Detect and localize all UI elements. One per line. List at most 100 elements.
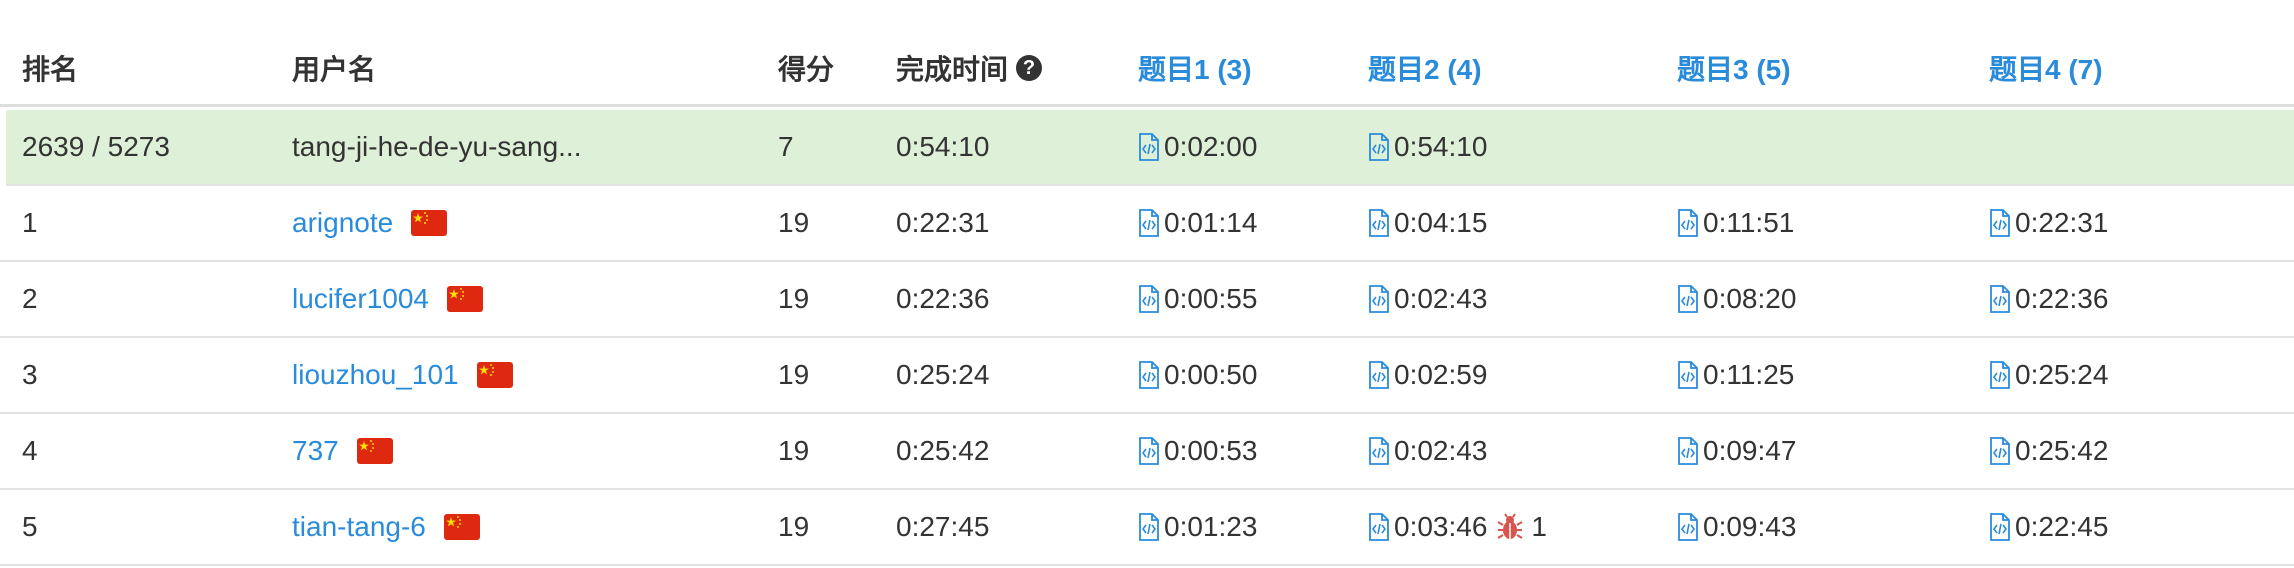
solution-link[interactable]: 0:25:42 xyxy=(1989,435,2108,467)
username-cell: tang-ji-he-de-yu-sang... xyxy=(292,131,582,162)
problem-4-cell: 0:22:36 xyxy=(1989,262,2108,336)
table-row: 4 737 19 0:25:42 0:00:53 0:02:43 0:09:47… xyxy=(0,414,2294,490)
header-problem-3[interactable]: 题目3 (5) xyxy=(1677,32,1791,104)
score-cell: 19 xyxy=(778,511,810,542)
solution-link[interactable]: 0:22:31 xyxy=(1989,207,2108,239)
solution-link[interactable]: 0:11:51 xyxy=(1677,207,1794,239)
problem-3-cell: 0:11:51 xyxy=(1677,186,1794,260)
problem-4-cell: 0:25:42 xyxy=(1989,414,2108,488)
solve-time: 0:54:10 xyxy=(1394,131,1488,162)
problem-1-cell: 0:01:23 xyxy=(1138,490,1257,564)
header-problem-4[interactable]: 题目4 (7) xyxy=(1989,32,2103,104)
solution-link[interactable]: 0:22:45 xyxy=(1989,511,2108,543)
solution-link[interactable]: 0:54:10 xyxy=(1368,131,1487,163)
code-file-icon xyxy=(1139,361,1159,389)
rank-cell: 3 xyxy=(22,359,38,390)
finish-time-cell: 0:22:36 xyxy=(896,283,990,314)
solution-link[interactable]: 0:08:20 xyxy=(1677,283,1796,315)
username-cell: liouzhou_101 xyxy=(292,338,513,412)
solve-time: 0:22:36 xyxy=(2015,283,2109,314)
code-file-icon xyxy=(1369,209,1389,237)
solution-link[interactable]: 0:02:43 xyxy=(1368,435,1487,467)
china-flag-icon xyxy=(476,362,513,388)
solve-time: 0:00:50 xyxy=(1164,359,1258,390)
table-row: 3 liouzhou_101 19 0:25:24 0:00:50 0:02:5… xyxy=(0,338,2294,414)
problem-1-cell: 0:01:14 xyxy=(1138,186,1257,260)
problem-1-cell: 0:00:55 xyxy=(1138,262,1257,336)
table-header: 排名 用户名 得分 完成时间 ? 题目1 (3) 题目2 (4) 题目3 (5)… xyxy=(0,0,2294,107)
code-file-icon xyxy=(1139,513,1159,541)
china-flag-icon xyxy=(356,438,393,464)
solution-link[interactable]: 0:00:55 xyxy=(1138,283,1257,315)
username-link[interactable]: liouzhou_101 xyxy=(292,359,459,391)
header-score: 得分 xyxy=(778,54,835,85)
score-cell: 19 xyxy=(778,207,810,238)
rank-cell: 2639 / 5273 xyxy=(22,131,170,162)
solution-link[interactable]: 0:00:53 xyxy=(1138,435,1257,467)
solution-link[interactable]: 0:22:36 xyxy=(1989,283,2108,315)
solution-link[interactable]: 0:01:14 xyxy=(1138,207,1257,239)
solve-time: 0:08:20 xyxy=(1703,283,1797,314)
problem-3-cell: 0:08:20 xyxy=(1677,262,1796,336)
header-problem-2[interactable]: 题目2 (4) xyxy=(1368,32,1482,104)
problem-4-cell: 0:25:24 xyxy=(1989,338,2108,412)
code-file-icon xyxy=(1139,133,1159,161)
score-cell: 19 xyxy=(778,435,810,466)
solution-link[interactable]: 0:09:47 xyxy=(1677,435,1796,467)
solution-link[interactable]: 0:25:24 xyxy=(1989,359,2108,391)
header-finish-time: 完成时间 ? xyxy=(896,32,1043,104)
solve-time: 0:22:45 xyxy=(2015,511,2109,542)
solution-link[interactable]: 0:11:25 xyxy=(1677,359,1794,391)
username-link[interactable]: arignote xyxy=(292,207,393,239)
code-file-icon xyxy=(1369,285,1389,313)
china-flag-icon xyxy=(443,514,480,540)
finish-time-cell: 0:25:42 xyxy=(896,435,990,466)
china-flag-icon xyxy=(446,286,483,312)
problem-2-cell: 0:02:43 xyxy=(1368,262,1487,336)
username-link[interactable]: 737 xyxy=(292,435,339,467)
solve-time: 0:03:46 xyxy=(1394,511,1488,542)
username-link[interactable]: tian-tang-6 xyxy=(292,511,426,543)
username-cell: arignote xyxy=(292,186,448,260)
solution-link[interactable]: 0:01:23 xyxy=(1138,511,1257,543)
solve-time: 0:04:15 xyxy=(1394,207,1488,238)
solve-time: 0:02:43 xyxy=(1394,283,1488,314)
username-cell: 737 xyxy=(292,414,393,488)
solution-link[interactable]: 0:02:59 xyxy=(1368,359,1487,391)
solution-link[interactable]: 0:02:00 xyxy=(1138,131,1257,163)
username-link[interactable]: lucifer1004 xyxy=(292,283,429,315)
solve-time: 0:01:14 xyxy=(1164,207,1258,238)
wrong-attempts-count: 1 xyxy=(1531,511,1547,542)
code-file-icon xyxy=(1139,285,1159,313)
rank-cell: 2 xyxy=(22,283,38,314)
rank-cell: 1 xyxy=(22,207,38,238)
table-row: 1 arignote 19 0:22:31 0:01:14 0:04:15 0:… xyxy=(0,186,2294,262)
table-row: 5 tian-tang-6 19 0:27:45 0:01:23 0:03:46… xyxy=(0,490,2294,566)
solution-link[interactable]: 0:00:50 xyxy=(1138,359,1257,391)
solve-time: 0:00:55 xyxy=(1164,283,1258,314)
code-file-icon xyxy=(1139,209,1159,237)
question-circle-icon[interactable]: ? xyxy=(1016,55,1043,81)
code-file-icon xyxy=(1369,361,1389,389)
problem-2-cell: 0:04:15 xyxy=(1368,186,1487,260)
header-rank: 排名 xyxy=(22,54,79,85)
solve-time: 0:09:47 xyxy=(1703,435,1797,466)
solution-link[interactable]: 0:02:43 xyxy=(1368,283,1487,315)
header-problem-1[interactable]: 题目1 (3) xyxy=(1138,32,1252,104)
problem-4-cell: 0:22:45 xyxy=(1989,490,2108,564)
solution-link[interactable]: 0:03:46 xyxy=(1368,511,1487,543)
solve-time: 0:02:43 xyxy=(1394,435,1488,466)
table-row-self: 2639 / 5273 tang-ji-he-de-yu-sang... 7 0… xyxy=(6,110,2294,186)
header-username: 用户名 xyxy=(292,54,377,85)
code-file-icon xyxy=(1369,513,1389,541)
finish-time-cell: 0:54:10 xyxy=(896,131,990,162)
solution-link[interactable]: 0:04:15 xyxy=(1368,207,1487,239)
bug-icon xyxy=(1497,513,1523,539)
solve-time: 0:25:24 xyxy=(2015,359,2109,390)
solution-link[interactable]: 0:09:43 xyxy=(1677,511,1796,543)
code-file-icon xyxy=(1678,437,1698,465)
code-file-icon xyxy=(1369,133,1389,161)
table-row: 2 lucifer1004 19 0:22:36 0:00:55 0:02:43… xyxy=(0,262,2294,338)
username-cell: tian-tang-6 xyxy=(292,490,480,564)
problem-1-cell: 0:02:00 xyxy=(1138,110,1257,184)
